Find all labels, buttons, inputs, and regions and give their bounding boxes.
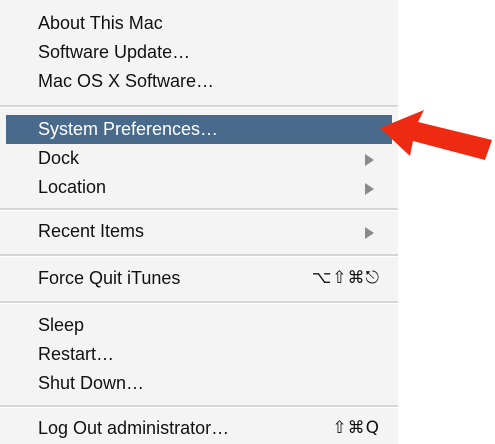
menu-separator <box>0 405 398 408</box>
menu-item-label: Log Out administrator… <box>38 418 230 438</box>
menu-separator <box>0 254 398 257</box>
menu-item-dock[interactable]: Dock <box>0 144 398 173</box>
submenu-arrow-icon <box>365 227 374 239</box>
red-arrow-icon <box>380 110 492 160</box>
menu-item-shut-down[interactable]: Shut Down… <box>0 369 398 398</box>
menu-item-label: Location <box>38 177 107 197</box>
submenu-arrow-icon <box>365 183 374 195</box>
keyboard-shortcut: ⌥⇧⌘⎋ <box>311 268 380 288</box>
menu-item-log-out[interactable]: Log Out administrator… ⇧⌘Q <box>0 414 398 443</box>
menu-item-system-preferences[interactable]: System Preferences… <box>6 115 392 144</box>
keyboard-shortcut: ⇧⌘Q <box>332 418 380 438</box>
menu-item-label: Shut Down… <box>38 373 145 393</box>
menu-item-recent-items[interactable]: Recent Items <box>0 217 398 246</box>
menu-item-force-quit[interactable]: Force Quit iTunes ⌥⇧⌘⎋ <box>0 264 398 293</box>
menu-item-label: Dock <box>38 148 80 168</box>
menu-item-label: Restart… <box>38 344 115 364</box>
menu-separator <box>0 208 398 211</box>
menu-item-sleep[interactable]: Sleep <box>0 311 398 340</box>
menu-item-label: Recent Items <box>38 221 145 241</box>
submenu-arrow-icon <box>365 154 374 166</box>
menu-separator <box>0 301 398 304</box>
menu-item-label: Software Update… <box>38 42 191 62</box>
menu-item-label: Mac OS X Software… <box>38 71 215 91</box>
menu-item-label: System Preferences… <box>38 119 219 139</box>
menu-item-about-this-mac[interactable]: About This Mac <box>0 9 398 38</box>
menu-item-label: Sleep <box>38 315 85 335</box>
apple-menu: About This Mac Software Update… Mac OS X… <box>0 0 398 444</box>
menu-item-mac-os-x-software[interactable]: Mac OS X Software… <box>0 67 398 96</box>
menu-item-label: About This Mac <box>38 13 163 33</box>
menu-item-software-update[interactable]: Software Update… <box>0 38 398 67</box>
menu-separator <box>0 105 398 108</box>
menu-item-location[interactable]: Location <box>0 173 398 202</box>
menu-item-restart[interactable]: Restart… <box>0 340 398 369</box>
menu-item-label: Force Quit iTunes <box>38 268 181 288</box>
